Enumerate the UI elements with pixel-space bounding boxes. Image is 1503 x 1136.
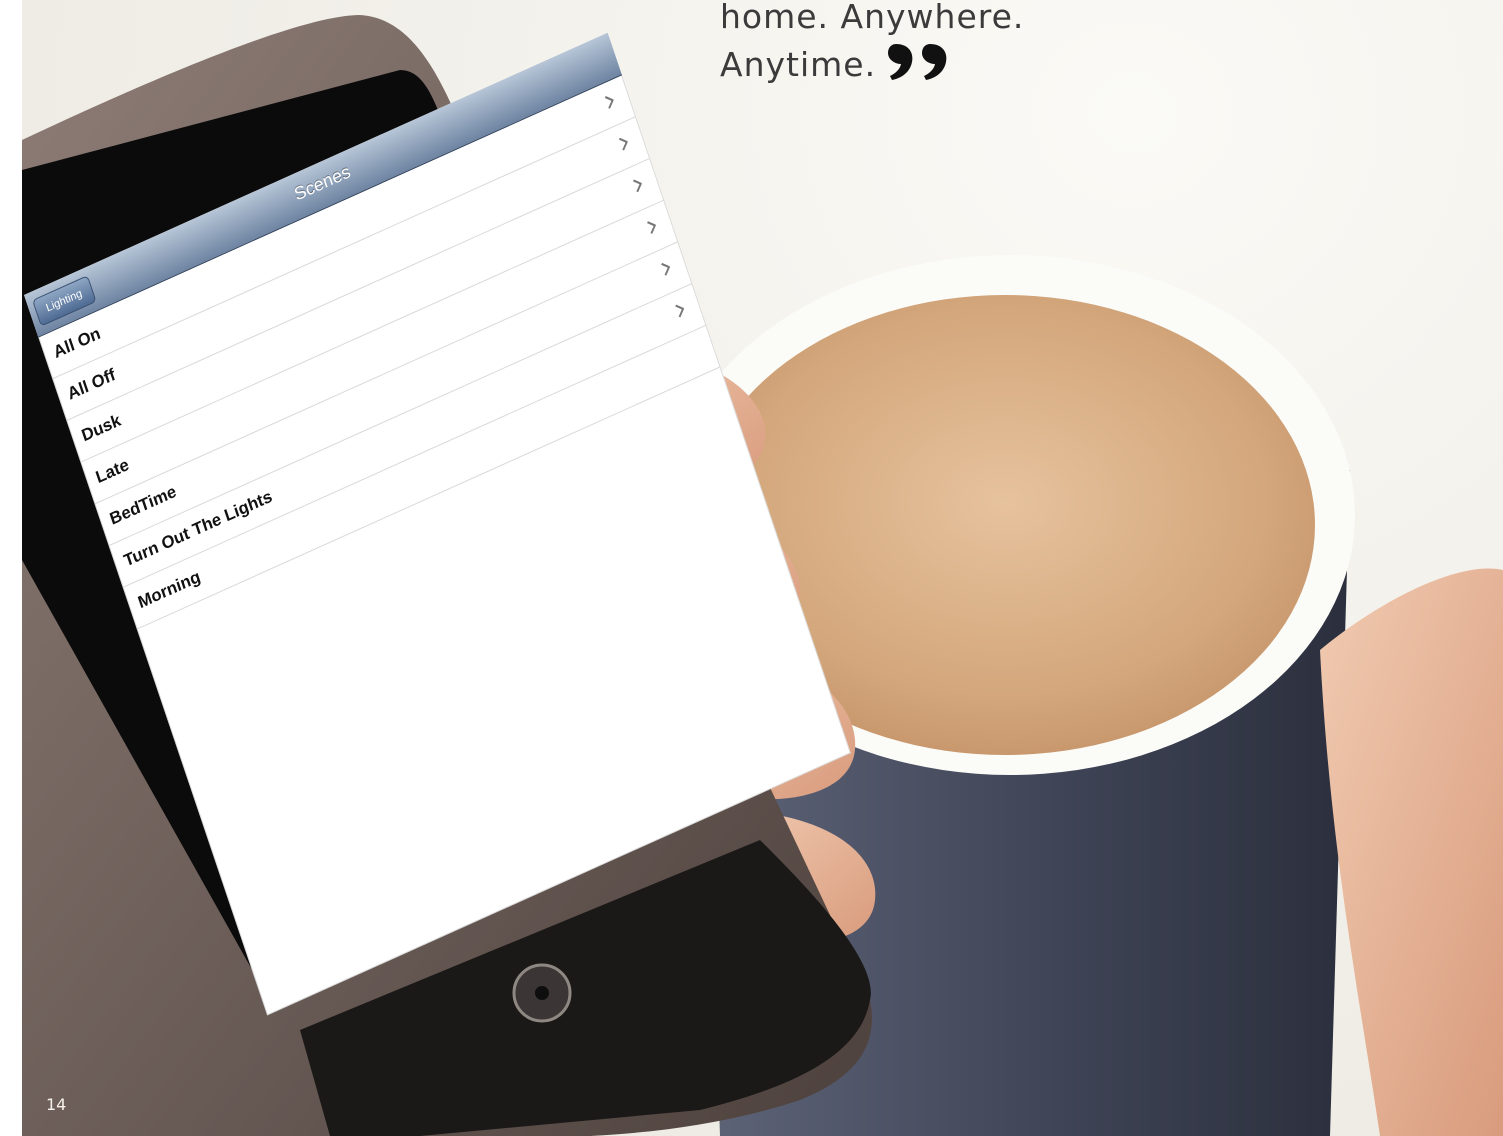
list-item-label: Dusk (79, 410, 124, 446)
list-item-label: Late (93, 454, 132, 488)
page-margin (0, 0, 22, 1136)
brochure-page: Lighting Scenes All On All Off Dusk Late (0, 0, 1503, 1136)
chevron-right-icon (604, 96, 614, 109)
right-hand (1320, 568, 1503, 1136)
quote-line-1: home. Anywhere. (720, 0, 1025, 36)
chevron-right-icon (618, 137, 629, 151)
chevron-right-icon (675, 304, 685, 318)
list-item-label: All On (51, 323, 103, 362)
chevron-right-icon (647, 221, 657, 234)
closing-quote-icon (888, 44, 947, 80)
chevron-right-icon (633, 179, 643, 193)
quote-line-2-text: Anytime. (720, 45, 877, 84)
quote-text: home. Anywhere. Anytime. (720, 0, 1140, 88)
chevron-right-icon (661, 262, 671, 276)
quote-line-2: Anytime. (720, 40, 1140, 88)
list-item-label: All Off (65, 364, 118, 404)
page-number: 14 (46, 1095, 67, 1114)
